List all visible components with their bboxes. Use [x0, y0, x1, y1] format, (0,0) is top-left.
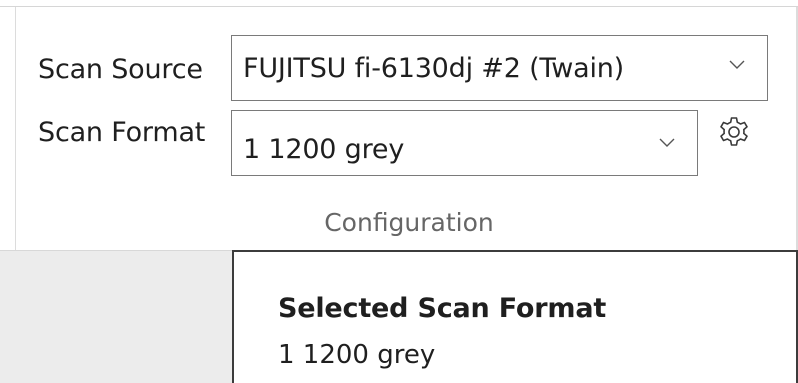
configuration-group-caption: Configuration — [324, 208, 494, 237]
scan-source-selected-value: FUJITSU fi-6130dj #2 (Twain) — [243, 53, 624, 84]
scan-format-selected-value: 1 1200 grey — [243, 134, 405, 165]
scan-source-dropdown[interactable]: FUJITSU fi-6130dj #2 (Twain) — [231, 35, 768, 101]
scan-format-dropdown[interactable]: 1 1200 grey — [231, 110, 698, 176]
gear-icon[interactable] — [715, 113, 753, 151]
side-panel — [0, 250, 232, 383]
selected-scan-format-value: 1 1200 grey — [278, 340, 436, 370]
scan-source-label: Scan Source — [38, 54, 203, 85]
selected-scan-format-title: Selected Scan Format — [278, 293, 607, 324]
scan-format-label: Scan Format — [38, 117, 206, 148]
selected-scan-format-panel: Selected Scan Format 1 1200 grey — [232, 250, 798, 383]
chevron-down-icon[interactable] — [659, 138, 675, 148]
chevron-down-icon[interactable] — [729, 60, 745, 70]
